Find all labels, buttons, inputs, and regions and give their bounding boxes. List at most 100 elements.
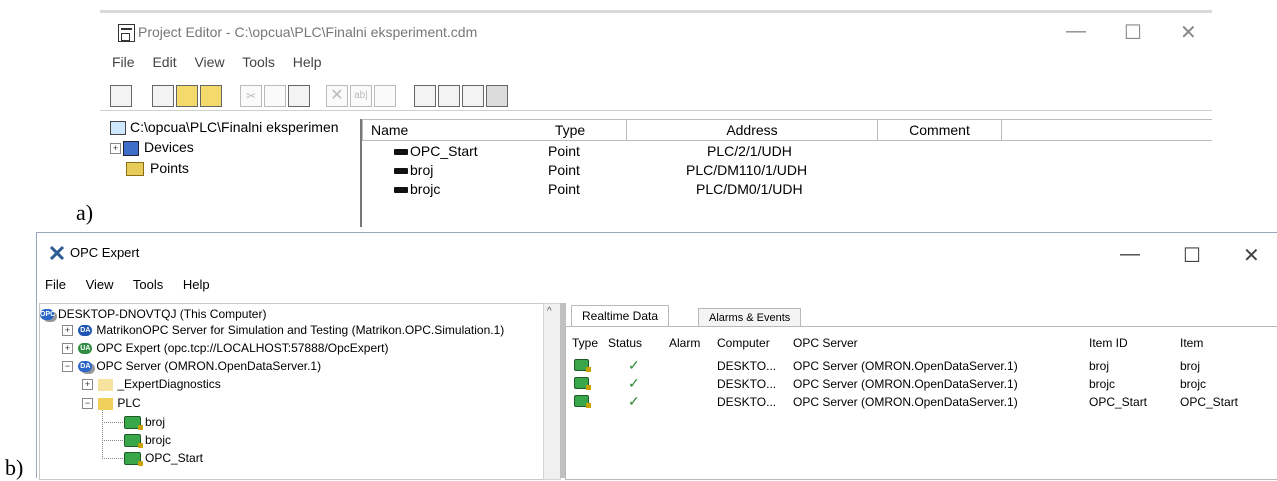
tree-item-points[interactable]: Points [126,160,189,177]
cell-computer: DESKTO... [717,359,777,373]
tree-item-label: Devices [144,139,194,155]
point-icon [394,149,408,156]
tree-scrollbar[interactable]: ^ [543,303,561,480]
server-tree: OPC DESKTOP-DNOVTQJ (This Computer) + DA M… [39,303,545,480]
delete-icon[interactable]: ✕ [326,85,348,107]
opc-expert-window: OPC Expert — ☐ ✕ File View Tools Help OP… [36,232,1277,480]
computer-icon: OPC [40,309,56,321]
table-row[interactable]: broj [394,161,433,180]
menu-tools[interactable]: Tools [133,277,163,292]
tab-realtime-data[interactable]: Realtime Data [571,305,670,327]
window-top-border [100,10,1212,13]
folder-icon [98,378,114,391]
cell-computer: DESKTO... [717,377,777,391]
menu-edit[interactable]: Edit [152,54,176,70]
menu-file[interactable]: File [45,277,66,292]
tree-item-label: OPC Server (OMRON.OpenDataServer.1) [96,359,322,373]
collapse-icon[interactable]: − [82,398,93,410]
cell-opc-server: OPC Server (OMRON.OpenDataServer.1) [793,377,1018,391]
tree-item-expert-diagnostics[interactable]: + _ExpertDiagnostics [82,377,221,391]
column-header-type[interactable]: Type [572,336,598,350]
cell-name: OPC_Start [410,143,478,159]
up-folder-icon[interactable] [110,85,132,107]
tree-item-brojc[interactable]: brojc [124,433,172,449]
new-folder-icon[interactable] [176,85,198,107]
tree-item-broj[interactable]: broj [124,415,165,431]
project-tree: C:\opcua\PLC\Finalni eksperimen + Devices… [106,119,362,227]
menu-view[interactable]: View [86,277,114,292]
realtime-data-grid: Type Status Alarm Computer OPC Server It… [565,326,1277,480]
tree-item-plc[interactable]: − PLC [82,396,141,410]
tab-alarms-events[interactable]: Alarms & Events [698,308,802,327]
list-view-icon[interactable] [462,85,484,107]
tree-item-label: PLC [117,396,141,410]
cell-item[interactable]: OPC_Start [1180,395,1238,409]
tree-root[interactable]: OPC DESKTOP-DNOVTQJ (This Computer) [40,307,266,321]
column-header-type[interactable]: Type [514,119,627,141]
open-folder-icon[interactable] [200,85,222,107]
cell-address: PLC/DM0/1/UDH [696,181,803,197]
cell-item-id: broj [1089,359,1110,373]
type-tag-icon [574,395,591,410]
details-view-icon[interactable] [486,85,508,107]
tree-item-devices[interactable]: + Devices [110,139,194,156]
cell-type: Point [548,181,580,197]
cut-icon[interactable]: ✂ [240,85,262,107]
tree-item-label: OPC Expert (opc.tcp://LOCALHOST:57888/Op… [96,341,389,355]
tree-item-matrikon[interactable]: + DA MatrikonOPC Server for Simulation an… [62,323,504,337]
window-title: OPC Expert [70,245,140,260]
new-device-icon[interactable] [152,85,174,107]
column-header-item[interactable]: Item [1180,336,1203,350]
tree-item-opc-start[interactable]: OPC_Start [124,451,203,467]
column-header-item-id[interactable]: Item ID [1089,336,1128,350]
cell-name: brojc [410,181,441,197]
cell-item[interactable]: brojc [1180,377,1206,391]
menu-tools[interactable]: Tools [242,54,275,70]
copy-icon[interactable] [264,85,286,107]
menu-help[interactable]: Help [293,54,322,70]
menu-view[interactable]: View [194,54,224,70]
properties-icon[interactable] [374,85,396,107]
close-button[interactable]: ✕ [1243,243,1260,268]
minimize-button[interactable]: — [1066,20,1086,43]
maximize-button[interactable]: ☐ [1124,20,1142,45]
column-header-comment[interactable]: Comment [878,119,1002,141]
column-header-name[interactable]: Name [362,119,515,141]
opc-ua-server-icon: UA [78,343,93,355]
rename-icon[interactable]: ab| [350,85,372,107]
window-title: Project Editor - C:\opcua\PLC\Finalni ek… [138,24,478,40]
column-header-status[interactable]: Status [608,336,642,350]
tree-item-label: Points [150,160,189,176]
maximize-button[interactable]: ☐ [1183,243,1201,268]
minimize-button[interactable]: — [1120,243,1140,266]
column-header-address[interactable]: Address [627,119,878,141]
tree-root-label: C:\opcua\PLC\Finalni eksperimen [130,119,339,135]
table-row[interactable]: brojc [394,180,440,199]
cell-opc-server: OPC Server (OMRON.OpenDataServer.1) [793,359,1018,373]
tree-root[interactable]: C:\opcua\PLC\Finalni eksperimen [110,119,339,136]
small-icons-view-icon[interactable] [438,85,460,107]
column-header-computer[interactable]: Computer [717,336,770,350]
large-icons-view-icon[interactable] [414,85,436,107]
paste-icon[interactable] [288,85,310,107]
cell-item[interactable]: broj [1180,359,1200,373]
expand-icon[interactable]: + [82,379,93,391]
tree-item-label: brojc [145,433,172,447]
expand-icon[interactable]: + [62,343,73,355]
table-row[interactable]: OPC_Start [394,142,478,161]
menu-help[interactable]: Help [183,277,210,292]
expand-icon[interactable]: + [62,325,73,337]
tree-item-omron-server[interactable]: − DA OPC Server (OMRON.OpenDataServer.1) [62,359,321,373]
tree-connector [102,440,123,459]
expand-icon[interactable]: + [110,142,121,154]
menu-file[interactable]: File [112,54,135,70]
scroll-up-icon[interactable]: ^ [547,306,552,317]
column-header-alarm[interactable]: Alarm [669,336,700,350]
tree-item-opc-expert[interactable]: + UA OPC Expert (opc.tcp://LOCALHOST:5788… [62,341,388,355]
point-icon [394,187,408,194]
point-icon [394,168,408,175]
collapse-icon[interactable]: − [62,361,73,373]
close-button[interactable]: ✕ [1180,20,1197,45]
devices-icon [123,140,139,156]
column-header-opc-server[interactable]: OPC Server [793,336,858,350]
